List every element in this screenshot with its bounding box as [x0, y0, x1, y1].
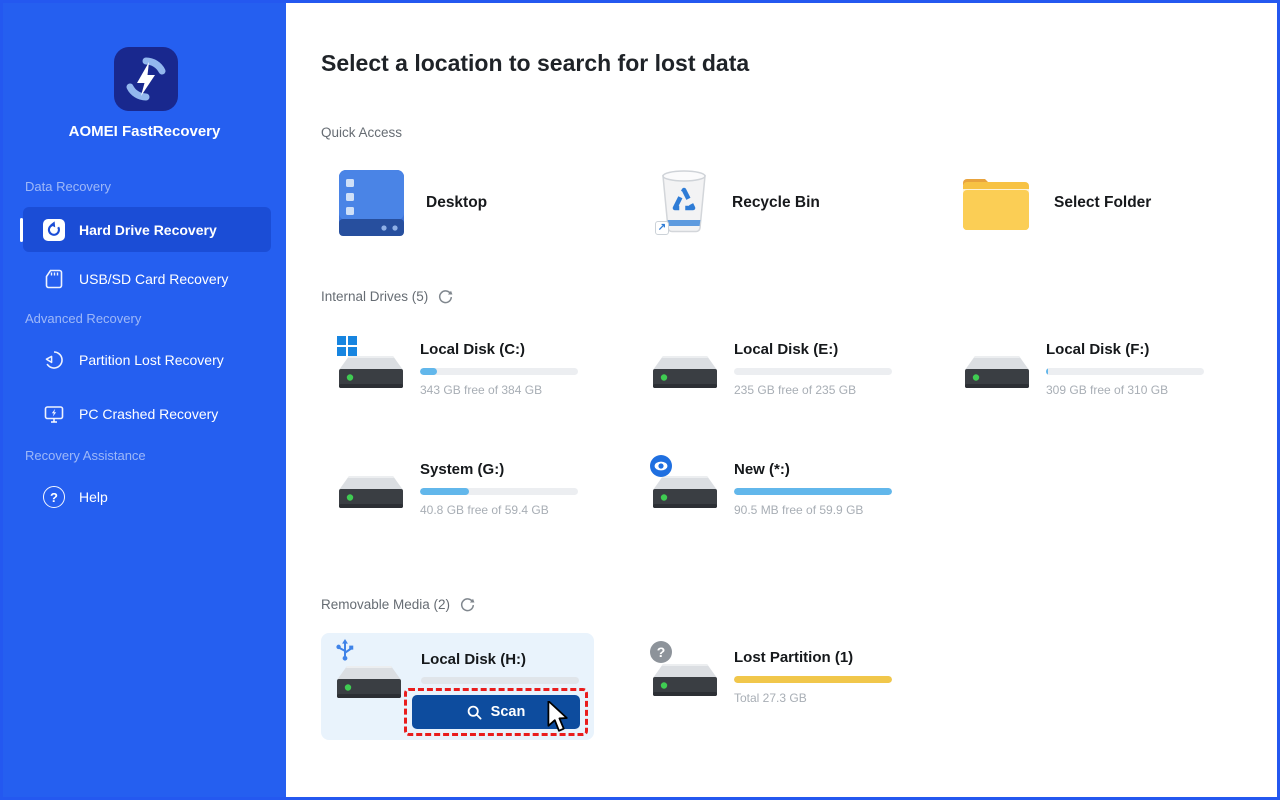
- sidebar-item-help[interactable]: ? Help: [23, 476, 271, 518]
- app-logo-icon: [114, 47, 178, 111]
- drive-tile-g[interactable]: System (G:) 40.8 GB free of 59.4 GB: [339, 459, 578, 517]
- drive-free-space: 343 GB free of 384 GB: [420, 383, 543, 397]
- sd-card-icon: [45, 269, 63, 289]
- hard-drive-icon: [339, 463, 403, 511]
- quick-access-recycle-bin[interactable]: ↗ Recycle Bin: [655, 169, 820, 237]
- drive-free-space: 235 GB free of 235 GB: [734, 383, 857, 397]
- sidebar-item-label: Partition Lost Recovery: [79, 352, 224, 368]
- usage-bar: [421, 677, 579, 684]
- usage-bar: [420, 368, 578, 375]
- drive-free-space: 309 GB free of 310 GB: [1046, 383, 1169, 397]
- sidebar-group-recovery-assistance: Recovery Assistance: [25, 448, 146, 463]
- usage-bar: [734, 676, 892, 683]
- usage-bar: [420, 488, 578, 495]
- help-icon: ?: [43, 486, 65, 508]
- windows-logo-icon: [337, 336, 357, 356]
- mouse-cursor: [547, 701, 568, 732]
- main-content: Select a location to search for lost dat…: [286, 3, 1277, 797]
- drive-name: Lost Partition (1): [734, 649, 854, 666]
- drive-tile-f[interactable]: Local Disk (F:) 309 GB free of 310 GB: [965, 339, 1204, 397]
- usage-bar: [1046, 368, 1204, 375]
- sidebar: AOMEI FastRecovery Data Recovery Hard Dr…: [3, 3, 286, 797]
- drive-free-space: 40.8 GB free of 59.4 GB: [420, 503, 549, 517]
- sidebar-group-data-recovery: Data Recovery: [25, 179, 111, 194]
- sidebar-item-hard-drive-recovery[interactable]: Hard Drive Recovery: [23, 207, 271, 252]
- app-name: AOMEI FastRecovery: [68, 123, 221, 140]
- desktop-icon: [339, 170, 404, 236]
- quick-access-label: Desktop: [426, 194, 488, 211]
- drive-tile-c[interactable]: Local Disk (C:) 343 GB free of 384 GB: [337, 336, 578, 397]
- partition-pie-icon: [45, 351, 63, 369]
- magnifier-icon: [467, 705, 482, 720]
- drive-tile-h[interactable]: Local Disk (H:) Scan: [321, 633, 594, 740]
- refresh-icon[interactable]: [438, 289, 453, 304]
- drive-name: Local Disk (E:): [734, 341, 839, 358]
- drive-name: Local Disk (F:): [1046, 341, 1150, 358]
- section-removable-media: Removable Media (2): [321, 597, 475, 612]
- drive-tile-e[interactable]: Local Disk (E:) 235 GB free of 235 GB: [653, 339, 892, 397]
- drive-name: Local Disk (C:): [420, 341, 526, 358]
- drive-tile-new[interactable]: New (*:) 90.5 MB free of 59.9 GB: [650, 455, 892, 517]
- sidebar-item-label: USB/SD Card Recovery: [79, 271, 229, 287]
- sidebar-item-usb-sd-card-recovery[interactable]: USB/SD Card Recovery: [23, 258, 271, 300]
- folder-icon: [963, 179, 1029, 230]
- drive-free-space: 90.5 MB free of 59.9 GB: [734, 503, 864, 517]
- shortcut-arrow-icon: ↗: [655, 220, 669, 235]
- usage-bar: [734, 368, 892, 375]
- quick-access-label: Recycle Bin: [732, 194, 820, 211]
- sidebar-item-label: Hard Drive Recovery: [79, 221, 217, 238]
- quick-access-label: Select Folder: [1054, 194, 1152, 211]
- section-quick-access: Quick Access: [321, 125, 403, 140]
- hard-drive-icon: [965, 343, 1029, 391]
- quick-access-desktop[interactable]: Desktop: [339, 169, 487, 237]
- usb-icon: [336, 639, 354, 661]
- undo-arrow-icon: [43, 218, 65, 241]
- hard-drive-icon: [653, 343, 717, 391]
- drive-name: Local Disk (H:): [421, 651, 527, 668]
- usage-bar: [734, 488, 892, 495]
- crashed-pc-icon: [44, 406, 64, 423]
- sidebar-group-advanced-recovery: Advanced Recovery: [25, 311, 142, 326]
- app-window: AOMEI FastRecovery Data Recovery Hard Dr…: [0, 0, 1280, 800]
- section-internal-drives: Internal Drives (5): [321, 289, 453, 304]
- sidebar-item-partition-lost-recovery[interactable]: Partition Lost Recovery: [23, 339, 271, 381]
- drive-tile-lost-partition[interactable]: ? Lost Partition (1) Total 27.3 GB: [650, 641, 892, 705]
- drive-name: System (G:): [420, 461, 505, 478]
- question-badge-icon: ?: [650, 641, 672, 663]
- refresh-icon[interactable]: [460, 597, 475, 612]
- quick-access-select-folder[interactable]: Select Folder: [960, 169, 1151, 237]
- sidebar-item-pc-crashed-recovery[interactable]: PC Crashed Recovery: [23, 393, 271, 435]
- drive-total-size: Total 27.3 GB: [734, 691, 807, 705]
- drive-name: New (*:): [734, 461, 790, 478]
- eye-badge-icon: [650, 455, 672, 477]
- sidebar-item-label: PC Crashed Recovery: [79, 406, 219, 422]
- sidebar-item-label: Help: [79, 489, 108, 505]
- page-title: Select a location to search for lost dat…: [321, 50, 750, 76]
